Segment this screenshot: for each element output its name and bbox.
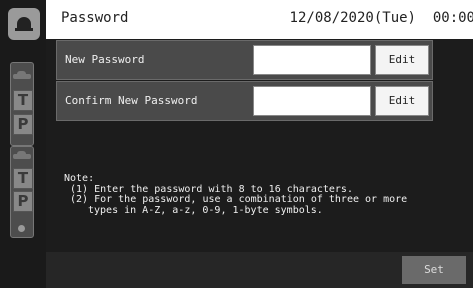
- confirm-password-edit-button[interactable]: Edit: [375, 86, 429, 116]
- new-password-field[interactable]: [253, 45, 371, 75]
- new-password-row: New Password Edit: [56, 40, 433, 80]
- note-line-2: (2) For the password, use a combination …: [70, 194, 408, 205]
- bell-icon: [15, 17, 33, 31]
- car-icon: [13, 151, 31, 161]
- title-bar: Password 12/08/2020(Tue) 00:00: [46, 0, 473, 39]
- confirm-password-label: Confirm New Password: [65, 94, 198, 107]
- confirm-password-row: Confirm New Password Edit: [56, 81, 433, 121]
- new-password-edit-button[interactable]: Edit: [375, 45, 429, 75]
- set-button[interactable]: Set: [402, 256, 466, 284]
- note-line-1: (1) Enter the password with 8 to 16 char…: [70, 183, 353, 195]
- password-note: Note: (1) Enter the password with 8 to 1…: [64, 173, 408, 216]
- new-password-label: New Password: [65, 53, 145, 66]
- confirm-password-field[interactable]: [253, 86, 371, 116]
- status-sidebar: T P T P: [0, 0, 46, 288]
- note-line-3: types in A-Z, a-z, 0-9, 1-byte symbols.: [88, 204, 323, 216]
- t-indicator: T: [13, 90, 33, 111]
- p-indicator: P: [13, 114, 33, 135]
- status-group-1: T P: [10, 62, 34, 146]
- car-icon: [13, 71, 31, 81]
- status-group-2: T P: [10, 146, 34, 238]
- dot-icon: [18, 225, 25, 232]
- password-screen: T P T P Password 12/08/2020(Tue) 00:00 N…: [0, 0, 473, 288]
- date-time: 12/08/2020(Tue) 00:00: [289, 10, 473, 26]
- t-indicator: T: [13, 168, 33, 189]
- home-button[interactable]: [8, 8, 40, 40]
- page-title: Password: [61, 10, 129, 26]
- p-indicator: P: [13, 191, 33, 212]
- note-heading: Note:: [64, 173, 95, 184]
